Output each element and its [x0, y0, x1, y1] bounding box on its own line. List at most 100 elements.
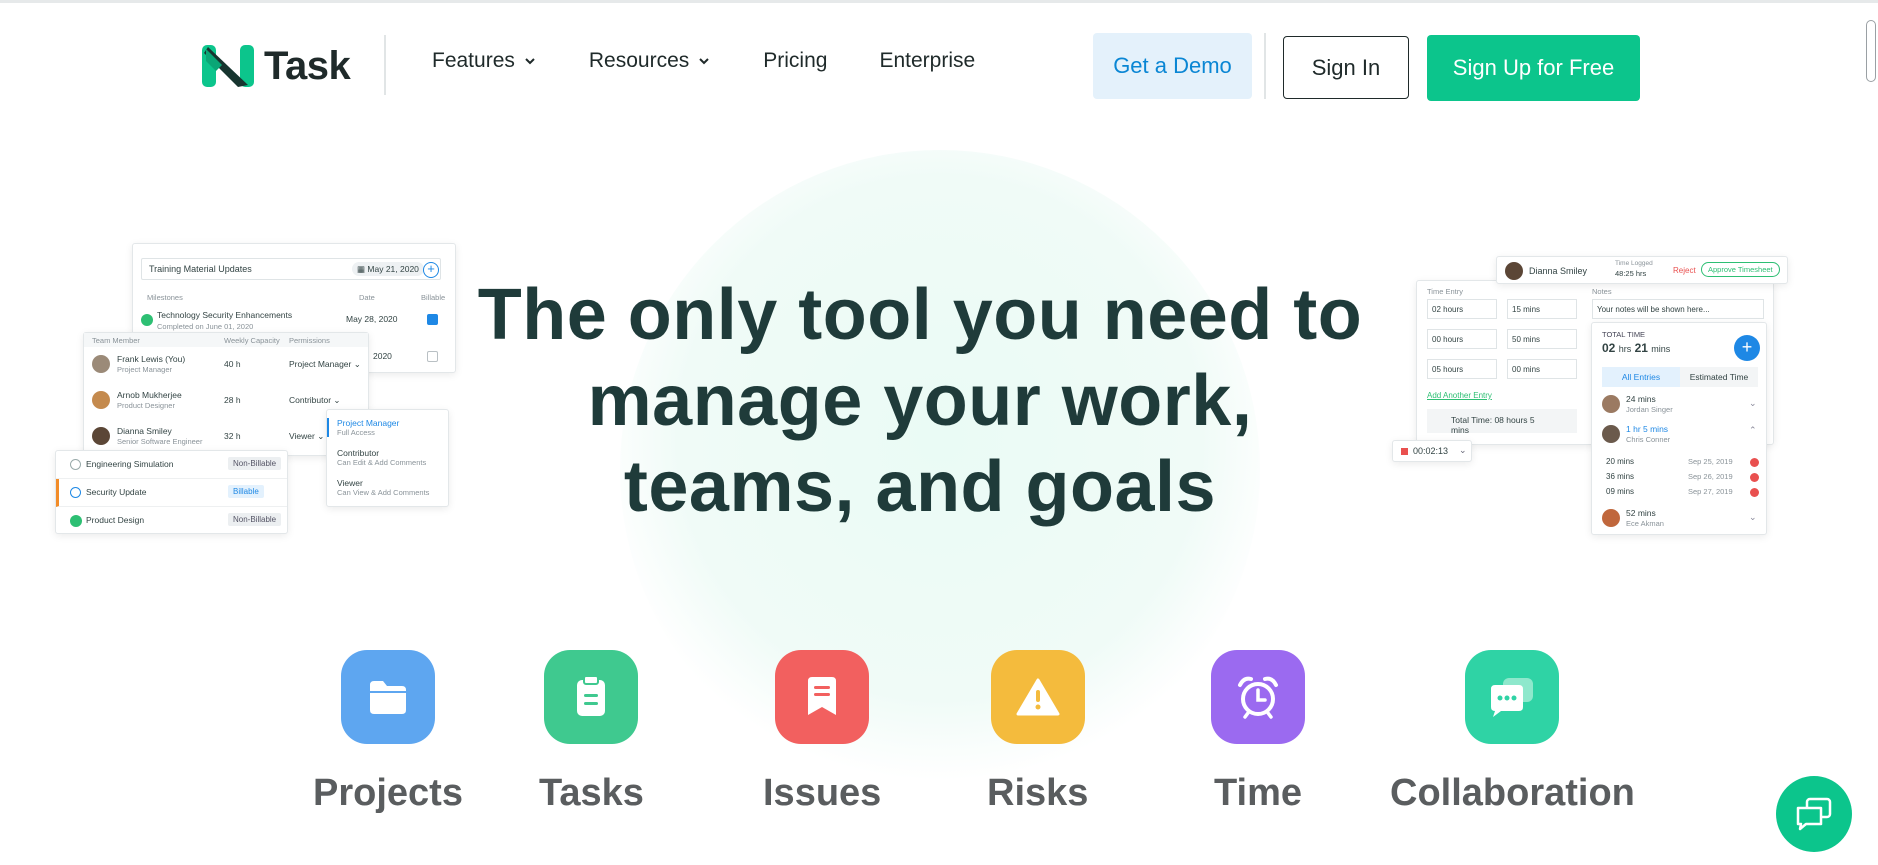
warning-icon [990, 650, 1085, 744]
chat-bubbles-icon [1465, 650, 1560, 744]
chevron-up-icon[interactable]: ⌃ [1749, 425, 1757, 436]
user-name: Dianna Smiley [1529, 266, 1588, 276]
chevron-down-icon[interactable]: ⌄ [1749, 398, 1757, 409]
member-permission-select[interactable]: Contributor ⌄ [289, 395, 341, 406]
feature-tasks[interactable]: Tasks [539, 650, 644, 815]
add-time-button[interactable]: + [1734, 335, 1760, 361]
mins-value: 15 mins [1512, 305, 1541, 314]
member-capacity: 32 h [224, 431, 241, 441]
mins-select[interactable]: 50 mins [1507, 329, 1577, 349]
nav-resources[interactable]: Resources [589, 49, 711, 73]
mins-value: 00 mins [1512, 365, 1541, 374]
list-item[interactable]: Engineering Simulation Non-Billable [56, 451, 287, 479]
nav-features-label: Features [432, 49, 515, 72]
avatar [92, 427, 110, 445]
billable-checkbox[interactable] [427, 351, 438, 362]
member-name: Frank Lewis (You) [117, 354, 186, 364]
hours-select[interactable]: 05 hours [1427, 359, 1497, 379]
mins-select[interactable]: 00 mins [1507, 359, 1577, 379]
milestone-date-2: 2020 [373, 351, 392, 361]
avatar [1505, 262, 1523, 280]
feature-label: Risks [987, 772, 1089, 814]
feature-collaboration[interactable]: Collaboration [1390, 650, 1635, 815]
member-role: Product Designer [117, 401, 175, 410]
task-status-icon[interactable] [70, 459, 81, 470]
tab-all-entries[interactable]: All Entries [1602, 367, 1680, 387]
member-permission: Viewer [289, 431, 315, 441]
permission-option-contributor[interactable]: Contributor Can Edit & Add Comments [337, 448, 426, 467]
option-title: Viewer [337, 478, 363, 488]
logo-mark-icon [202, 45, 254, 87]
hours-value: 00 hours [1432, 335, 1464, 344]
mins-select[interactable]: 15 mins [1507, 299, 1577, 319]
task-input[interactable]: Training Material Updates ▦ May 21, 2020 [141, 258, 441, 280]
timer-widget[interactable]: 00:02:13 ⌄ [1392, 440, 1472, 462]
feature-label: Projects [313, 772, 463, 814]
milestones-header: Milestones [147, 293, 183, 302]
permissions-header: Permissions [289, 336, 330, 345]
sign-in-button[interactable]: Sign In [1283, 36, 1409, 99]
hours-select[interactable]: 00 hours [1427, 329, 1497, 349]
member-permission-select[interactable]: Project Manager ⌄ [289, 359, 361, 370]
feature-time[interactable]: Time [1211, 650, 1305, 815]
chat-widget-button[interactable] [1776, 776, 1852, 852]
total-time-label: TOTAL TIME [1602, 330, 1646, 339]
billable-checkbox[interactable] [427, 314, 438, 325]
get-demo-button[interactable]: Get a Demo [1093, 33, 1252, 99]
task-date[interactable]: ▦ May 21, 2020 [352, 262, 424, 276]
sign-up-button[interactable]: Sign Up for Free [1427, 35, 1640, 101]
list-item[interactable]: Product Design Non-Billable [56, 507, 287, 535]
avatar [1602, 425, 1620, 443]
feature-label: Issues [763, 772, 882, 814]
nav-pricing[interactable]: Pricing [763, 49, 827, 73]
hero-line-2: manage your work, [587, 361, 1253, 441]
task-name: Product Design [86, 515, 145, 525]
chevron-down-icon[interactable]: ⌄ [1459, 445, 1467, 456]
member-permission-select[interactable]: Viewer ⌄ [289, 431, 324, 442]
feature-risks[interactable]: Risks [987, 650, 1088, 815]
total-hours: 02 [1602, 341, 1616, 355]
time-logged-label: Time Logged [1615, 260, 1653, 267]
hours-select[interactable]: 02 hours [1427, 299, 1497, 319]
logo[interactable]: Task [202, 43, 351, 89]
avatar [1602, 395, 1620, 413]
sub-entry-duration: 36 mins [1606, 472, 1635, 481]
entry-user: Chris Conner [1626, 435, 1671, 444]
chevron-down-icon [699, 58, 709, 65]
total-minutes: 21 [1634, 341, 1648, 355]
stop-icon[interactable] [1401, 448, 1408, 455]
date-header: Date [359, 293, 375, 302]
approve-timesheet-button[interactable]: Approve Timesheet [1701, 262, 1780, 277]
reject-button[interactable]: Reject [1673, 266, 1696, 275]
timesheet-header-card: Dianna Smiley Time Logged 48:25 hrs Reje… [1496, 256, 1788, 284]
notes-input[interactable]: Your notes will be shown here... [1592, 299, 1764, 319]
header-divider [384, 35, 386, 95]
add-entry-link[interactable]: Add Another Entry [1427, 391, 1492, 400]
sub-entry-date: Sep 27, 2019 [1688, 487, 1733, 496]
entry-duration: 1 hr 5 mins [1626, 424, 1669, 434]
task-progress-icon[interactable] [70, 487, 81, 498]
permission-option-viewer[interactable]: Viewer Can View & Add Comments [337, 478, 429, 497]
milestone-status: Completed on June 01, 2020 [157, 322, 254, 331]
chevron-down-icon [525, 58, 535, 65]
member-role: Senior Software Engineer [117, 437, 203, 446]
delete-icon[interactable] [1750, 473, 1759, 482]
feature-issues[interactable]: Issues [763, 650, 881, 815]
chevron-down-icon[interactable]: ⌄ [1749, 512, 1757, 523]
task-list-card: Engineering Simulation Non-Billable Secu… [55, 450, 288, 534]
delete-icon[interactable] [1750, 488, 1759, 497]
features-row: Projects Tasks Issues Risks Time Collabo… [0, 650, 1878, 865]
delete-icon[interactable] [1750, 458, 1759, 467]
permission-option-manager[interactable]: Project Manager Full Access [327, 418, 399, 437]
completed-check-icon [70, 515, 82, 527]
total-time-value: 02 hrs 21 mins [1602, 341, 1670, 355]
feature-projects[interactable]: Projects [313, 650, 463, 815]
add-icon[interactable]: + [423, 262, 439, 278]
billing-tag: Billable [228, 485, 264, 498]
nav-enterprise[interactable]: Enterprise [879, 49, 975, 73]
list-item[interactable]: Security Update Billable [56, 479, 287, 507]
tab-estimated-time[interactable]: Estimated Time [1680, 367, 1758, 387]
nav-features[interactable]: Features [432, 49, 537, 73]
hero-line-1: The only tool you need to [477, 275, 1363, 355]
member-permission: Project Manager [289, 359, 352, 369]
